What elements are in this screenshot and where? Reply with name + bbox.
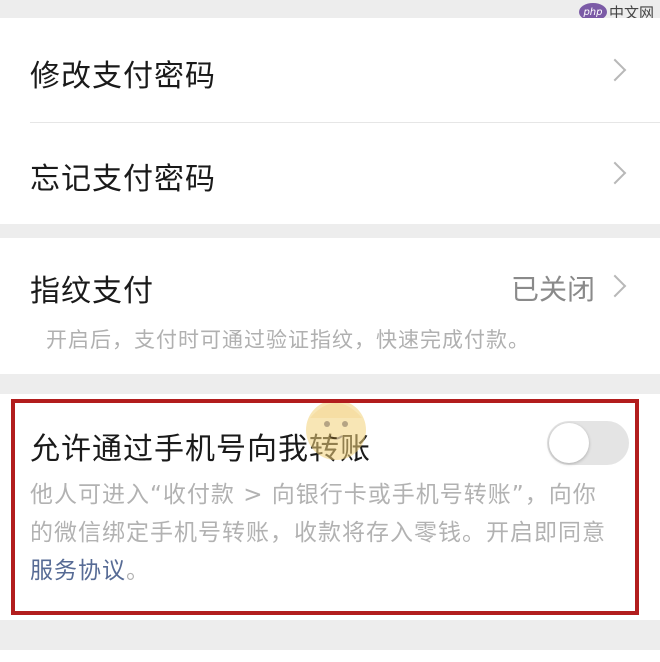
next-card-edge bbox=[0, 650, 660, 662]
fingerprint-label: 指纹支付 bbox=[30, 274, 154, 309]
chevron-right-icon bbox=[603, 274, 627, 298]
fingerprint-row[interactable]: 指纹支付 已关闭 开启后，支付时可通过验证指纹，快速完成付款。 bbox=[0, 238, 660, 374]
chevron-right-icon bbox=[603, 58, 627, 82]
top-background bbox=[0, 0, 660, 18]
forgot-password-row[interactable]: 忘记支付密码 bbox=[0, 123, 660, 224]
fingerprint-hint: 开启后，支付时可通过验证指纹，快速完成付款。 bbox=[46, 328, 530, 352]
fingerprint-card: 指纹支付 已关闭 开启后，支付时可通过验证指纹，快速完成付款。 bbox=[0, 238, 660, 374]
forgot-password-label: 忘记支付密码 bbox=[30, 162, 216, 197]
password-settings-card: 修改支付密码 忘记支付密码 bbox=[0, 18, 660, 224]
chevron-right-icon bbox=[603, 161, 627, 185]
change-password-row[interactable]: 修改支付密码 bbox=[0, 18, 660, 122]
fingerprint-status: 已关闭 bbox=[511, 273, 596, 306]
highlight-frame bbox=[11, 399, 639, 615]
change-password-label: 修改支付密码 bbox=[30, 59, 216, 94]
